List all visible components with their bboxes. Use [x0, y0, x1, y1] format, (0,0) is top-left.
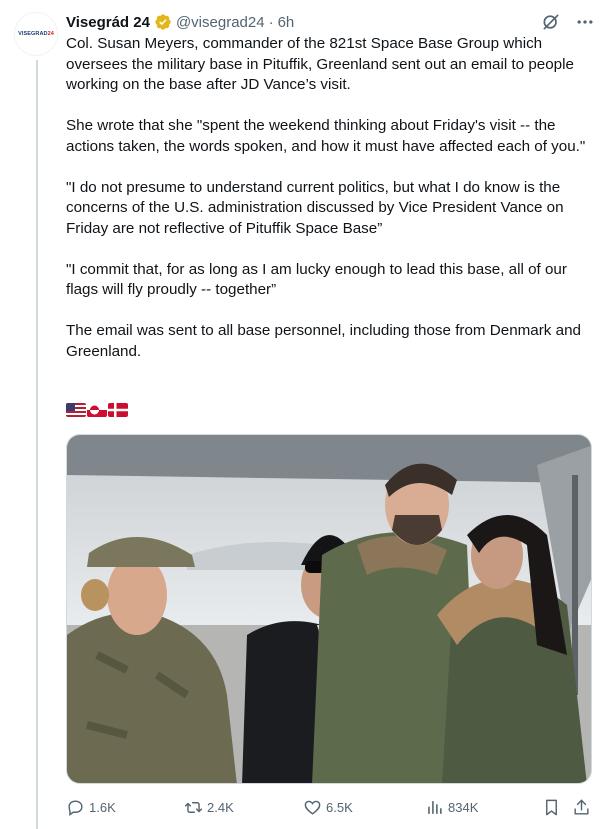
views-button[interactable]: 834K — [425, 798, 478, 817]
share-button[interactable] — [572, 798, 591, 817]
repost-icon — [184, 801, 203, 813]
views-count: 834K — [448, 799, 479, 815]
reply-icon — [68, 799, 83, 816]
bookmark-icon — [546, 799, 557, 815]
tweet-text: Col. Susan Meyers, commander of the 821s… — [66, 35, 586, 360]
repost-button[interactable]: 2.4K — [184, 798, 234, 817]
avatar-text: VISEGRAD24 — [18, 31, 54, 37]
separator-dot: · — [268, 13, 274, 31]
tweet-top-actions — [541, 12, 595, 32]
verified-badge-icon — [154, 13, 172, 31]
reply-button[interactable]: 1.6K — [66, 798, 116, 817]
more-icon[interactable] — [575, 12, 595, 32]
author-handle[interactable]: @visegrad24 — [176, 14, 265, 31]
like-button[interactable]: 6.5K — [303, 798, 353, 817]
thread-line — [36, 60, 38, 829]
reply-count: 1.6K — [89, 799, 116, 815]
like-count: 6.5K — [326, 799, 353, 815]
views-chart-icon — [428, 800, 442, 814]
flag-emojis — [66, 403, 128, 417]
share-icon — [574, 799, 589, 815]
repost-count: 2.4K — [207, 799, 234, 815]
photo-illustration — [67, 435, 591, 783]
author-name[interactable]: Visegrád 24 — [66, 14, 150, 31]
tweet-actions: 1.6K 2.4K 6.5K 834K — [66, 796, 594, 818]
greenland-flag-icon — [87, 403, 107, 417]
bookmark-button[interactable] — [542, 798, 561, 817]
tweet-photo[interactable] — [66, 434, 592, 784]
tweet-header: Visegrád 24 @visegrad24 · 6h — [66, 12, 294, 32]
denmark-flag-icon — [108, 403, 128, 417]
grok-icon[interactable] — [541, 12, 561, 32]
avatar[interactable]: VISEGRAD24 — [14, 12, 58, 56]
us-flag-icon — [66, 403, 86, 417]
tweet-time[interactable]: 6h — [278, 14, 295, 31]
heart-icon — [304, 800, 321, 815]
